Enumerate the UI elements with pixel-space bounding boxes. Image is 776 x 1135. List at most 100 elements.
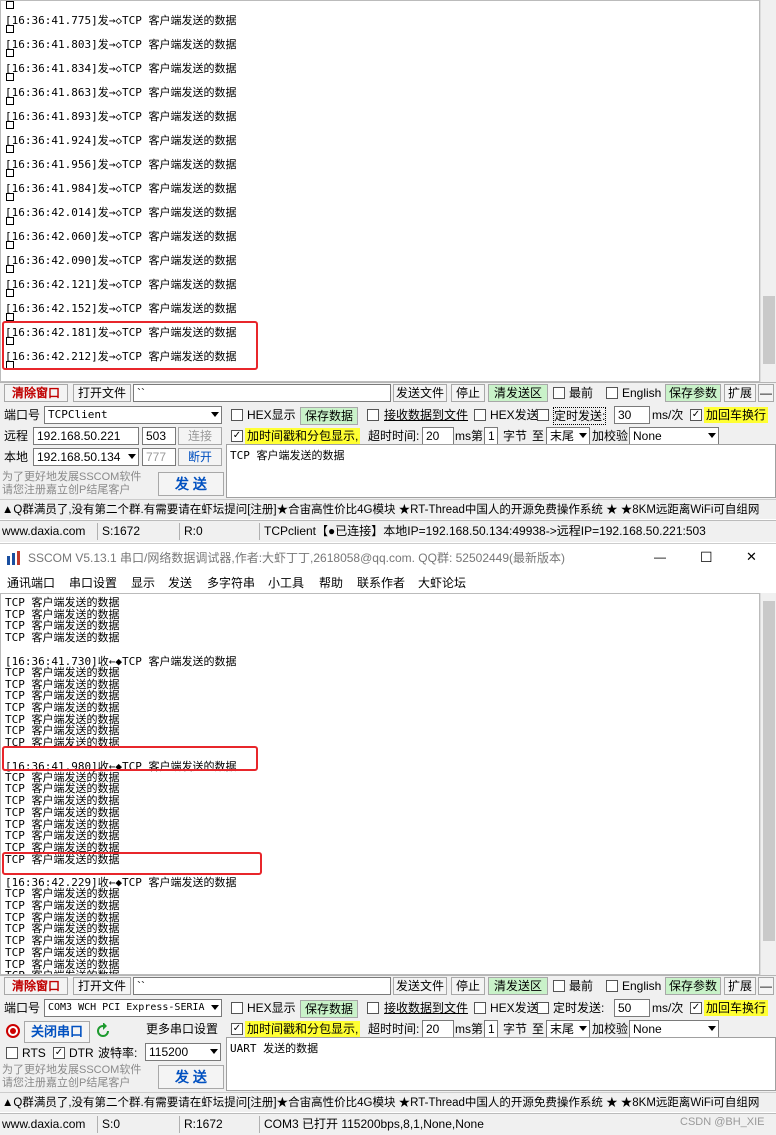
log-line: [16:36:42.090]发→◇TCP 客户端发送的数据 [5, 254, 237, 267]
scrollbar-thumb[interactable] [763, 601, 775, 941]
menu-item[interactable]: 联系作者 [357, 574, 405, 591]
menu-item[interactable]: 通讯端口 [7, 574, 55, 591]
expand-button[interactable]: 扩展 [724, 384, 756, 402]
to-select[interactable]: 末尾 [546, 427, 590, 445]
topmost-checkbox[interactable] [553, 980, 565, 992]
clear-window-button[interactable]: 清除窗口 [4, 977, 68, 995]
save-params-button[interactable]: 保存参数 [665, 977, 721, 995]
timestamp-checkbox[interactable]: ✓ [231, 1023, 243, 1035]
to-select[interactable]: 末尾 [546, 1020, 590, 1038]
port-select[interactable]: TCPClient [44, 406, 222, 424]
top-send-textarea[interactable]: TCP 客户端发送的数据 [226, 444, 776, 498]
recv-to-file-checkbox[interactable] [367, 409, 379, 421]
refresh-icon[interactable] [95, 1022, 111, 1039]
timed-send-checkbox[interactable] [537, 1002, 549, 1014]
recv-to-file-checkbox[interactable] [367, 1002, 379, 1014]
promo-text[interactable]: 为了更好地发展SSCOM软件 请您注册嘉立创P结尾客户 [2, 471, 141, 497]
nth-input[interactable]: 1 [484, 427, 498, 445]
menu-item[interactable]: 多字符串 [207, 574, 255, 591]
remote-port-input[interactable]: 503 [142, 427, 176, 445]
hex-display-checkbox[interactable] [231, 1002, 243, 1014]
english-checkbox[interactable] [606, 980, 618, 992]
add-crlf-checkbox[interactable]: ✓ [690, 1002, 702, 1014]
save-data-button[interactable]: 保存数据 [300, 407, 358, 425]
stop-button[interactable]: 停止 [451, 977, 485, 995]
site-link[interactable]: www.daxia.com [0, 1116, 98, 1133]
nth-input[interactable]: 1 [484, 1020, 498, 1038]
timestamp-label: 加时间戳和分包显示, [245, 1021, 361, 1037]
recv-to-file-label[interactable]: 接收数据到文件 [384, 1000, 468, 1016]
bottom-send-textarea[interactable]: UART 发送的数据 [226, 1037, 776, 1091]
add-crlf-checkbox[interactable]: ✓ [690, 409, 702, 421]
open-file-button[interactable]: 打开文件 [73, 384, 131, 402]
menu-item[interactable]: 发送 [168, 574, 192, 591]
interval-input[interactable]: 30 [614, 406, 650, 424]
english-label: English [622, 386, 662, 400]
send-button[interactable]: 发 送 [158, 1065, 224, 1089]
open-file-button[interactable]: 打开文件 [73, 977, 131, 995]
menu-item[interactable]: 串口设置 [69, 574, 117, 591]
remote-ip-input[interactable]: 192.168.50.221 [33, 427, 139, 445]
send-file-button[interactable]: 发送文件 [393, 384, 447, 402]
clear-send-button[interactable]: 清发送区 [488, 977, 548, 995]
port-select[interactable]: COM3 WCH PCI Express-SERIA [44, 999, 222, 1017]
english-checkbox[interactable] [606, 387, 618, 399]
save-data-button[interactable]: 保存数据 [300, 1000, 358, 1018]
chevron-down-icon [211, 1005, 219, 1010]
checksum-select[interactable]: None [629, 1020, 719, 1038]
disconnect-button[interactable]: 断开 [178, 448, 222, 466]
expand-button[interactable]: 扩展 [724, 977, 756, 995]
sent-count: S:1672 [100, 523, 180, 540]
send-file-button[interactable]: 发送文件 [393, 977, 447, 995]
log-line: [16:36:42.121]发→◇TCP 客户端发送的数据 [5, 278, 237, 291]
collapse-button[interactable]: — [758, 977, 774, 995]
port-select-value: TCPClient [48, 408, 108, 421]
close-port-button[interactable]: 关闭串口 [24, 1021, 90, 1043]
promo-text[interactable]: 为了更好地发展SSCOM软件 请您注册嘉立创P结尾客户 [2, 1064, 141, 1090]
nth-label: 第 [471, 429, 484, 443]
scrollbar-thumb[interactable] [763, 296, 775, 364]
hex-send-checkbox[interactable] [474, 1002, 486, 1014]
collapse-button[interactable]: — [758, 384, 774, 402]
connect-button[interactable]: 连接 [178, 427, 222, 445]
menu-item[interactable]: 显示 [131, 574, 155, 591]
timestamp-checkbox[interactable]: ✓ [231, 430, 243, 442]
interval-input[interactable]: 50 [614, 999, 650, 1017]
topmost-label: 最前 [569, 386, 594, 400]
clear-send-button[interactable]: 清发送区 [488, 384, 548, 402]
timeout-input[interactable]: 20 [422, 427, 454, 445]
stop-button[interactable]: 停止 [451, 384, 485, 402]
save-params-button[interactable]: 保存参数 [665, 384, 721, 402]
clear-window-button[interactable]: 清除窗口 [4, 384, 68, 402]
file-path-input[interactable]: `` [133, 384, 391, 402]
chevron-down-icon [210, 1049, 218, 1054]
baud-select[interactable]: 115200 [145, 1043, 221, 1061]
file-path-input[interactable]: `` [133, 977, 391, 995]
menu-item[interactable]: 帮助 [319, 574, 343, 591]
more-settings-button[interactable]: 更多串口设置 [146, 1021, 218, 1037]
menu-item[interactable]: 大虾论坛 [418, 574, 466, 591]
maximize-icon[interactable]: ☐ [700, 549, 713, 565]
timed-send-checkbox[interactable] [537, 409, 549, 421]
rts-checkbox[interactable] [6, 1047, 18, 1059]
topmost-checkbox[interactable] [553, 387, 565, 399]
local-ip-select[interactable]: 192.168.50.134 [33, 448, 139, 466]
top-ticker[interactable]: ▲Q群满员了,没有第二个群.有需要请在虾坛提问[注册]★合宙高性价比4G模块 ★… [0, 499, 776, 519]
local-ip-value: 192.168.50.134 [37, 450, 121, 464]
site-link[interactable]: www.daxia.com [0, 523, 98, 540]
bottom-ticker[interactable]: ▲Q群满员了,没有第二个群.有需要请在虾坛提问[注册]★合宙高性价比4G模块 ★… [0, 1092, 776, 1112]
hex-send-checkbox[interactable] [474, 409, 486, 421]
send-button[interactable]: 发 送 [158, 472, 224, 496]
bottom-scrollbar[interactable] [760, 593, 776, 975]
menu-item[interactable]: 小工具 [268, 574, 304, 591]
checksum-select-value: None [633, 1022, 662, 1036]
recv-to-file-label[interactable]: 接收数据到文件 [384, 407, 468, 423]
top-scrollbar[interactable] [760, 0, 776, 382]
hex-display-checkbox[interactable] [231, 409, 243, 421]
checksum-select[interactable]: None [629, 427, 719, 445]
local-port-input[interactable]: 777 [142, 448, 176, 466]
timeout-input[interactable]: 20 [422, 1020, 454, 1038]
minimize-icon[interactable]: — [654, 549, 666, 565]
dtr-checkbox[interactable]: ✓ [53, 1047, 65, 1059]
close-icon[interactable]: ✕ [746, 549, 757, 565]
